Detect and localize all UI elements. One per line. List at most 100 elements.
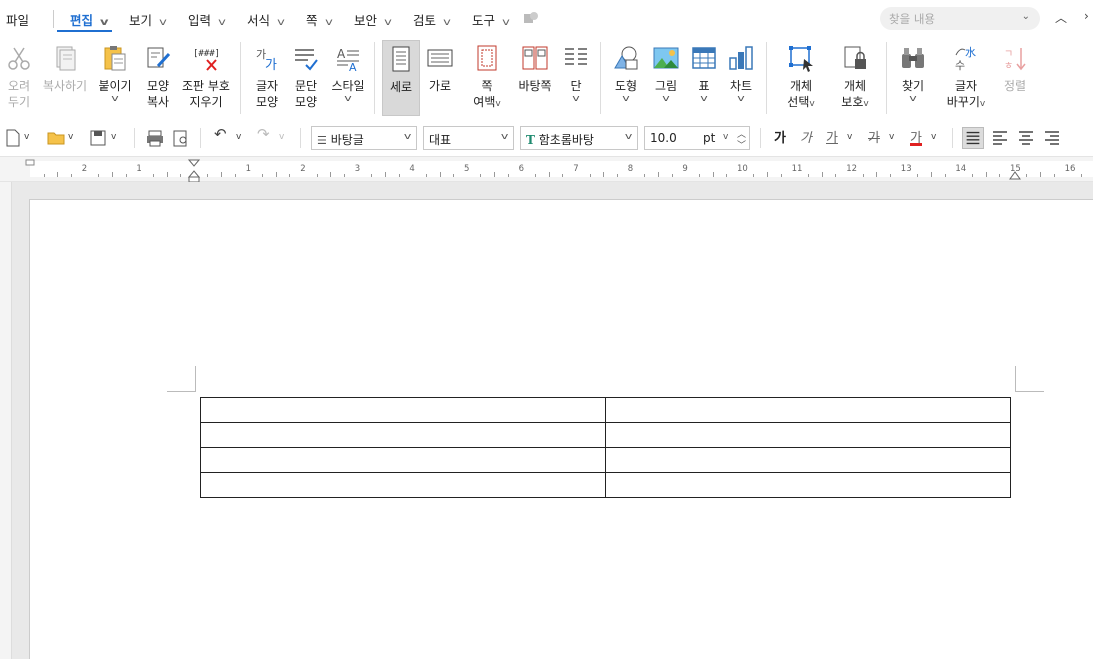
table-cell[interactable] xyxy=(200,472,606,498)
landscape-button[interactable]: 가로 xyxy=(422,40,458,116)
new-document-icon[interactable] xyxy=(6,127,20,149)
settings-extension-icon[interactable] xyxy=(523,11,539,25)
menu-format[interactable]: 서식 v xyxy=(247,10,285,29)
chart-button[interactable]: 차트 v xyxy=(724,40,758,116)
underline-button[interactable]: 가 xyxy=(826,127,838,149)
para-shape-button[interactable]: 문단 모양 xyxy=(288,40,324,116)
ruler-tick xyxy=(330,172,332,177)
svg-text:ㄱ: ㄱ xyxy=(1004,49,1013,60)
chevron-down-icon: v xyxy=(384,17,392,28)
cut-button[interactable]: 오려 두기 xyxy=(2,40,36,116)
chevron-down-icon: v xyxy=(624,132,633,142)
ruler-tick xyxy=(603,172,605,177)
ruler-tick xyxy=(999,174,1001,177)
table-cell[interactable] xyxy=(604,422,1011,448)
table-cell[interactable] xyxy=(200,397,606,423)
table-cell[interactable] xyxy=(604,472,1011,498)
find-button[interactable]: 찾기 v xyxy=(896,40,930,116)
menu-review[interactable]: 검토 v xyxy=(413,10,451,29)
table-cell[interactable] xyxy=(604,447,1011,473)
chevron-down-icon[interactable]: v xyxy=(111,132,116,154)
paste-button[interactable]: 붙이기 v xyxy=(96,40,134,116)
menu-security[interactable]: 보안 v xyxy=(354,10,392,29)
chevron-down-icon[interactable]: v xyxy=(889,132,894,154)
menu-page[interactable]: 쪽v xyxy=(306,10,332,29)
menu-tools[interactable]: 도구 v xyxy=(472,10,510,29)
table-button[interactable]: 표 v xyxy=(688,40,720,116)
collapse-ribbon-icon[interactable]: ︿ xyxy=(1055,9,1067,26)
right-indent-marker-icon[interactable] xyxy=(1009,169,1021,181)
format-copy-button[interactable]: 모양 복사 xyxy=(140,40,176,116)
ruler-tick xyxy=(111,172,113,177)
open-folder-icon[interactable] xyxy=(47,127,65,149)
language-select[interactable]: 대표 v xyxy=(423,126,514,150)
style-select[interactable]: ☰ 바탕글 v xyxy=(311,126,417,150)
chevron-right-icon[interactable]: › xyxy=(1084,9,1089,23)
menu-file[interactable]: 파일 xyxy=(6,10,29,29)
undo-icon[interactable]: ↶ xyxy=(214,125,227,147)
ruler-tick xyxy=(589,174,591,177)
ruler-tick xyxy=(944,174,946,177)
horizontal-ruler[interactable]: 2 1 1 2 3 4 5 6 7 8 9 10 11 12 13 14 15 16 xyxy=(0,156,1093,183)
align-justify-icon[interactable] xyxy=(962,127,984,149)
chevron-down-icon[interactable]: ⌄ xyxy=(1022,11,1030,22)
ruler-tick xyxy=(384,172,386,177)
document-table[interactable] xyxy=(200,397,1011,498)
sort-button[interactable]: ㄱ ㅎ 정렬 xyxy=(998,40,1032,116)
chevron-down-icon[interactable]: v xyxy=(723,132,728,142)
chevron-down-icon[interactable]: v xyxy=(236,132,241,154)
menu-insert[interactable]: 입력 v xyxy=(188,10,226,29)
table-cell[interactable] xyxy=(604,397,1011,423)
shapes-button[interactable]: 도형 v xyxy=(608,40,644,116)
bold-button[interactable]: 가 xyxy=(774,127,786,149)
paragraph-style-icon: ☰ xyxy=(317,134,327,147)
text-color-button[interactable]: 가 xyxy=(910,127,922,146)
left-indent-marker-icon[interactable] xyxy=(188,159,200,183)
object-select-button[interactable]: 개체 선택v xyxy=(780,40,822,116)
table-cell[interactable] xyxy=(200,422,606,448)
background-page-button[interactable]: 바탕쪽 xyxy=(514,40,556,116)
italic-button[interactable]: 가 xyxy=(800,127,812,149)
picture-button[interactable]: 그림 v xyxy=(648,40,684,116)
decrease-size-icon[interactable]: ﹀ xyxy=(737,138,746,149)
chevron-down-icon[interactable]: v xyxy=(847,132,852,154)
font-size-input[interactable]: 10.0 pt v ︿ ﹀ xyxy=(644,126,750,150)
vertical-ruler[interactable] xyxy=(0,182,12,659)
save-icon[interactable] xyxy=(90,127,106,149)
search-input[interactable]: 찾을 내용 ⌄ xyxy=(880,7,1040,30)
ruler-tick xyxy=(207,174,209,177)
ruler-tick xyxy=(180,174,182,177)
tab-marker-icon[interactable] xyxy=(25,159,35,167)
chevron-down-icon[interactable]: v xyxy=(931,132,936,154)
ruler-number: 4 xyxy=(409,164,415,174)
ruler-number: 13 xyxy=(900,164,912,174)
chevron-down-icon[interactable]: v xyxy=(24,132,29,154)
copy-button[interactable]: 복사하기 xyxy=(40,40,90,116)
picture-icon xyxy=(653,47,679,69)
replace-button[interactable]: 水 수 글자 바꾸기v xyxy=(940,40,992,116)
style-button[interactable]: A A 스타일 v xyxy=(328,40,368,116)
chevron-down-icon[interactable]: v xyxy=(68,132,73,154)
chevron-down-icon[interactable]: v xyxy=(279,132,284,154)
strikethrough-button[interactable]: 가 xyxy=(868,127,880,149)
print-icon[interactable] xyxy=(146,127,164,149)
font-select[interactable]: T 함초롬바탕 v xyxy=(520,126,638,150)
align-center-icon[interactable] xyxy=(1016,127,1036,149)
align-left-icon[interactable] xyxy=(990,127,1010,149)
page-margin-button[interactable]: 쪽 여백v xyxy=(466,40,508,116)
ruler-tick xyxy=(453,174,455,177)
columns-button[interactable]: 단 v xyxy=(560,40,592,116)
ruler-tick xyxy=(930,172,932,177)
object-protect-button[interactable]: 개체 보호v xyxy=(834,40,876,116)
redo-icon[interactable]: ↷ xyxy=(257,125,270,147)
print-preview-icon[interactable] xyxy=(172,127,190,149)
align-right-icon[interactable] xyxy=(1042,127,1062,149)
menu-edit[interactable]: 편집 v xyxy=(70,10,109,29)
chevron-down-icon: v xyxy=(737,94,745,104)
portrait-button[interactable]: 세로 xyxy=(382,40,420,116)
ruler-tick xyxy=(644,174,646,177)
table-cell[interactable] xyxy=(200,447,606,473)
char-shape-button[interactable]: 가 가 글자 모양 xyxy=(250,40,284,116)
clear-marks-button[interactable]: [###] 조판 부호 지우기 xyxy=(180,40,232,116)
menu-view[interactable]: 보기 v xyxy=(129,10,167,29)
